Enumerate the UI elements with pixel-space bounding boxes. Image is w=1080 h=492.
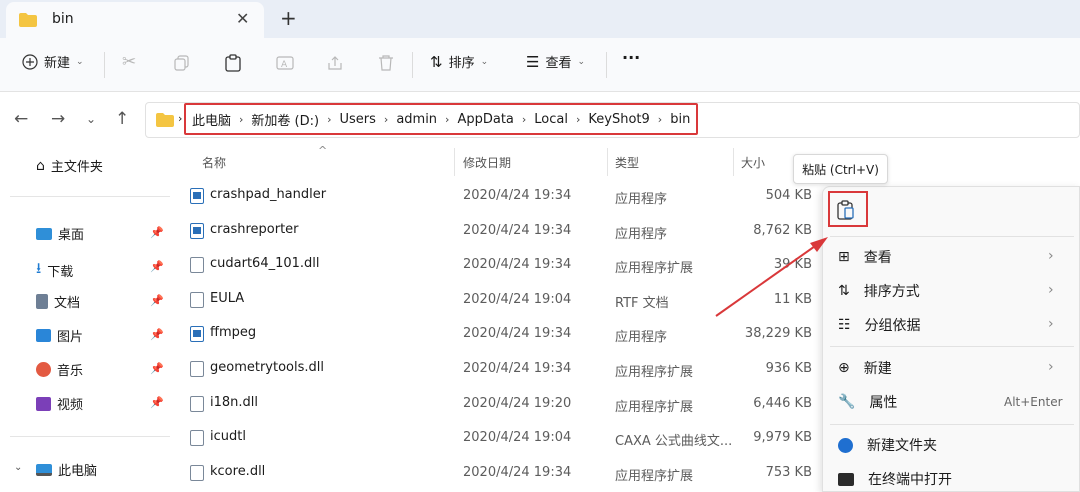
annotation-arrow (715, 237, 828, 317)
